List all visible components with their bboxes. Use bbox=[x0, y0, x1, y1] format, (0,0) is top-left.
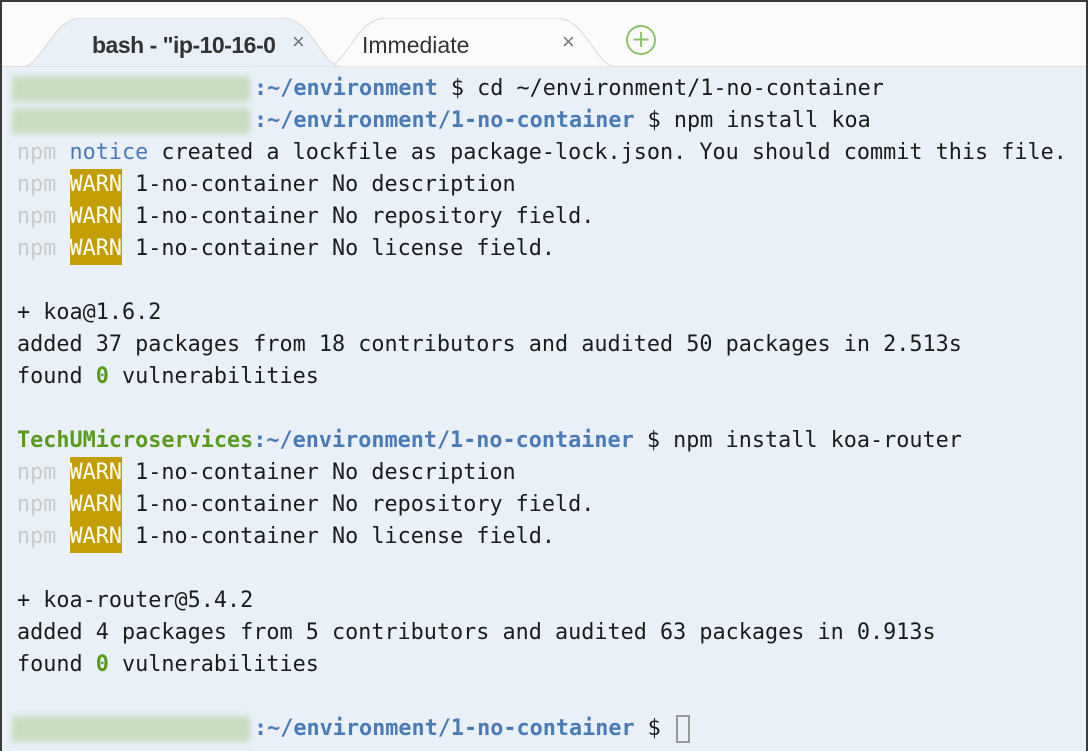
line-text bbox=[56, 172, 69, 197]
terminal-line: found 0 vulnerabilities bbox=[17, 361, 1067, 393]
line-text: 1-no-container No description bbox=[122, 460, 516, 485]
terminal-line: npm WARN 1-no-container No license field… bbox=[17, 521, 1067, 553]
terminal-output[interactable]: :~/environment $ cd ~/environment/1-no-c… bbox=[12, 73, 1067, 745]
tab-immediate[interactable]: Immediate × bbox=[326, 18, 616, 67]
line-text: + koa-router@5.4.2 bbox=[17, 588, 254, 613]
warn-badge: WARN bbox=[69, 457, 122, 489]
line-text: $ npm install koa bbox=[634, 108, 871, 133]
line-text: added 4 packages from 5 contributors and… bbox=[17, 620, 936, 645]
warn-badge: WARN bbox=[69, 201, 122, 233]
terminal-line: + koa@1.6.2 bbox=[17, 297, 1067, 329]
line-text: added 37 packages from 18 contributors a… bbox=[17, 332, 962, 357]
terminal-line: npm WARN 1-no-container No repository fi… bbox=[17, 201, 1067, 233]
terminal-line: found 0 vulnerabilities bbox=[17, 649, 1067, 681]
line-text: $ npm install koa-router bbox=[633, 428, 962, 453]
tab-bash[interactable]: bash - "ip-10-16-0 × bbox=[22, 18, 342, 67]
line-text: found bbox=[17, 652, 96, 677]
redacted-hostname bbox=[12, 108, 250, 134]
prompt-host: TechUMicroservices bbox=[17, 428, 254, 453]
line-text: created a lockfile as package-lock.json.… bbox=[148, 140, 1067, 165]
terminal-line: :~/environment/1-no-container $ bbox=[12, 713, 1067, 745]
npm-prefix: npm bbox=[17, 236, 57, 261]
terminal-line: npm notice created a lockfile as package… bbox=[17, 137, 1067, 169]
line-text: vulnerabilities bbox=[108, 364, 319, 389]
npm-prefix: npm bbox=[17, 172, 57, 197]
redacted-hostname bbox=[12, 76, 250, 102]
terminal-line: npm WARN 1-no-container No license field… bbox=[17, 233, 1067, 265]
tab-bar: bash - "ip-10-16-0 × Immediate × + bbox=[0, 0, 1088, 67]
line-text bbox=[56, 140, 69, 165]
terminal-line: added 4 packages from 5 contributors and… bbox=[17, 617, 1067, 649]
terminal-cursor[interactable] bbox=[675, 715, 690, 743]
npm-prefix: npm bbox=[17, 460, 57, 485]
notice-label: notice bbox=[69, 140, 149, 165]
tab-label: Immediate bbox=[362, 32, 470, 58]
prompt-path: :~/environment/1-no-container bbox=[253, 428, 634, 453]
tab-label: bash - "ip-10-16-0 bbox=[92, 32, 276, 58]
line-text: 1-no-container No repository field. bbox=[122, 492, 595, 517]
terminal-line: :~/environment $ cd ~/environment/1-no-c… bbox=[12, 73, 1067, 105]
npm-prefix: npm bbox=[17, 140, 57, 165]
prompt-path: :~/environment bbox=[254, 76, 438, 101]
line-text: vulnerabilities bbox=[108, 652, 319, 677]
npm-prefix: npm bbox=[17, 524, 57, 549]
vulnerability-count: 0 bbox=[95, 364, 109, 389]
warn-badge: WARN bbox=[69, 169, 122, 201]
terminal-line: + koa-router@5.4.2 bbox=[17, 585, 1067, 617]
line-text: 1-no-container No repository field. bbox=[122, 204, 595, 229]
prompt-path: :~/environment/1-no-container bbox=[254, 108, 635, 133]
line-text: $ bbox=[634, 716, 674, 741]
warn-badge: WARN bbox=[69, 521, 122, 553]
line-text bbox=[56, 460, 69, 485]
npm-prefix: npm bbox=[17, 204, 57, 229]
line-text: 1-no-container No license field. bbox=[122, 236, 556, 261]
terminal-line: :~/environment/1-no-container $ npm inst… bbox=[12, 105, 1067, 137]
warn-badge: WARN bbox=[69, 489, 122, 521]
terminal-line: npm WARN 1-no-container No repository fi… bbox=[17, 489, 1067, 521]
line-text bbox=[56, 492, 69, 517]
terminal-line: TechUMicroservices:~/environment/1-no-co… bbox=[17, 425, 1067, 457]
line-text: found bbox=[17, 364, 96, 389]
vulnerability-count: 0 bbox=[95, 652, 109, 677]
line-text bbox=[56, 236, 69, 261]
line-text: + koa@1.6.2 bbox=[17, 300, 162, 325]
npm-prefix: npm bbox=[17, 492, 57, 517]
close-icon[interactable]: × bbox=[562, 29, 575, 55]
redacted-hostname bbox=[12, 716, 250, 742]
terminal-line: npm WARN 1-no-container No description bbox=[17, 457, 1067, 489]
line-text: $ cd ~/environment/1-no-container bbox=[437, 76, 884, 101]
line-text bbox=[56, 204, 69, 229]
prompt-path: :~/environment/1-no-container bbox=[254, 716, 635, 741]
close-icon[interactable]: × bbox=[292, 29, 305, 55]
line-text bbox=[56, 524, 69, 549]
line-text: 1-no-container No description bbox=[122, 172, 516, 197]
warn-badge: WARN bbox=[69, 233, 122, 265]
terminal-line: npm WARN 1-no-container No description bbox=[17, 169, 1067, 201]
line-text: 1-no-container No license field. bbox=[122, 524, 556, 549]
terminal-line: added 37 packages from 18 contributors a… bbox=[17, 329, 1067, 361]
add-tab-button[interactable]: + bbox=[626, 25, 656, 55]
